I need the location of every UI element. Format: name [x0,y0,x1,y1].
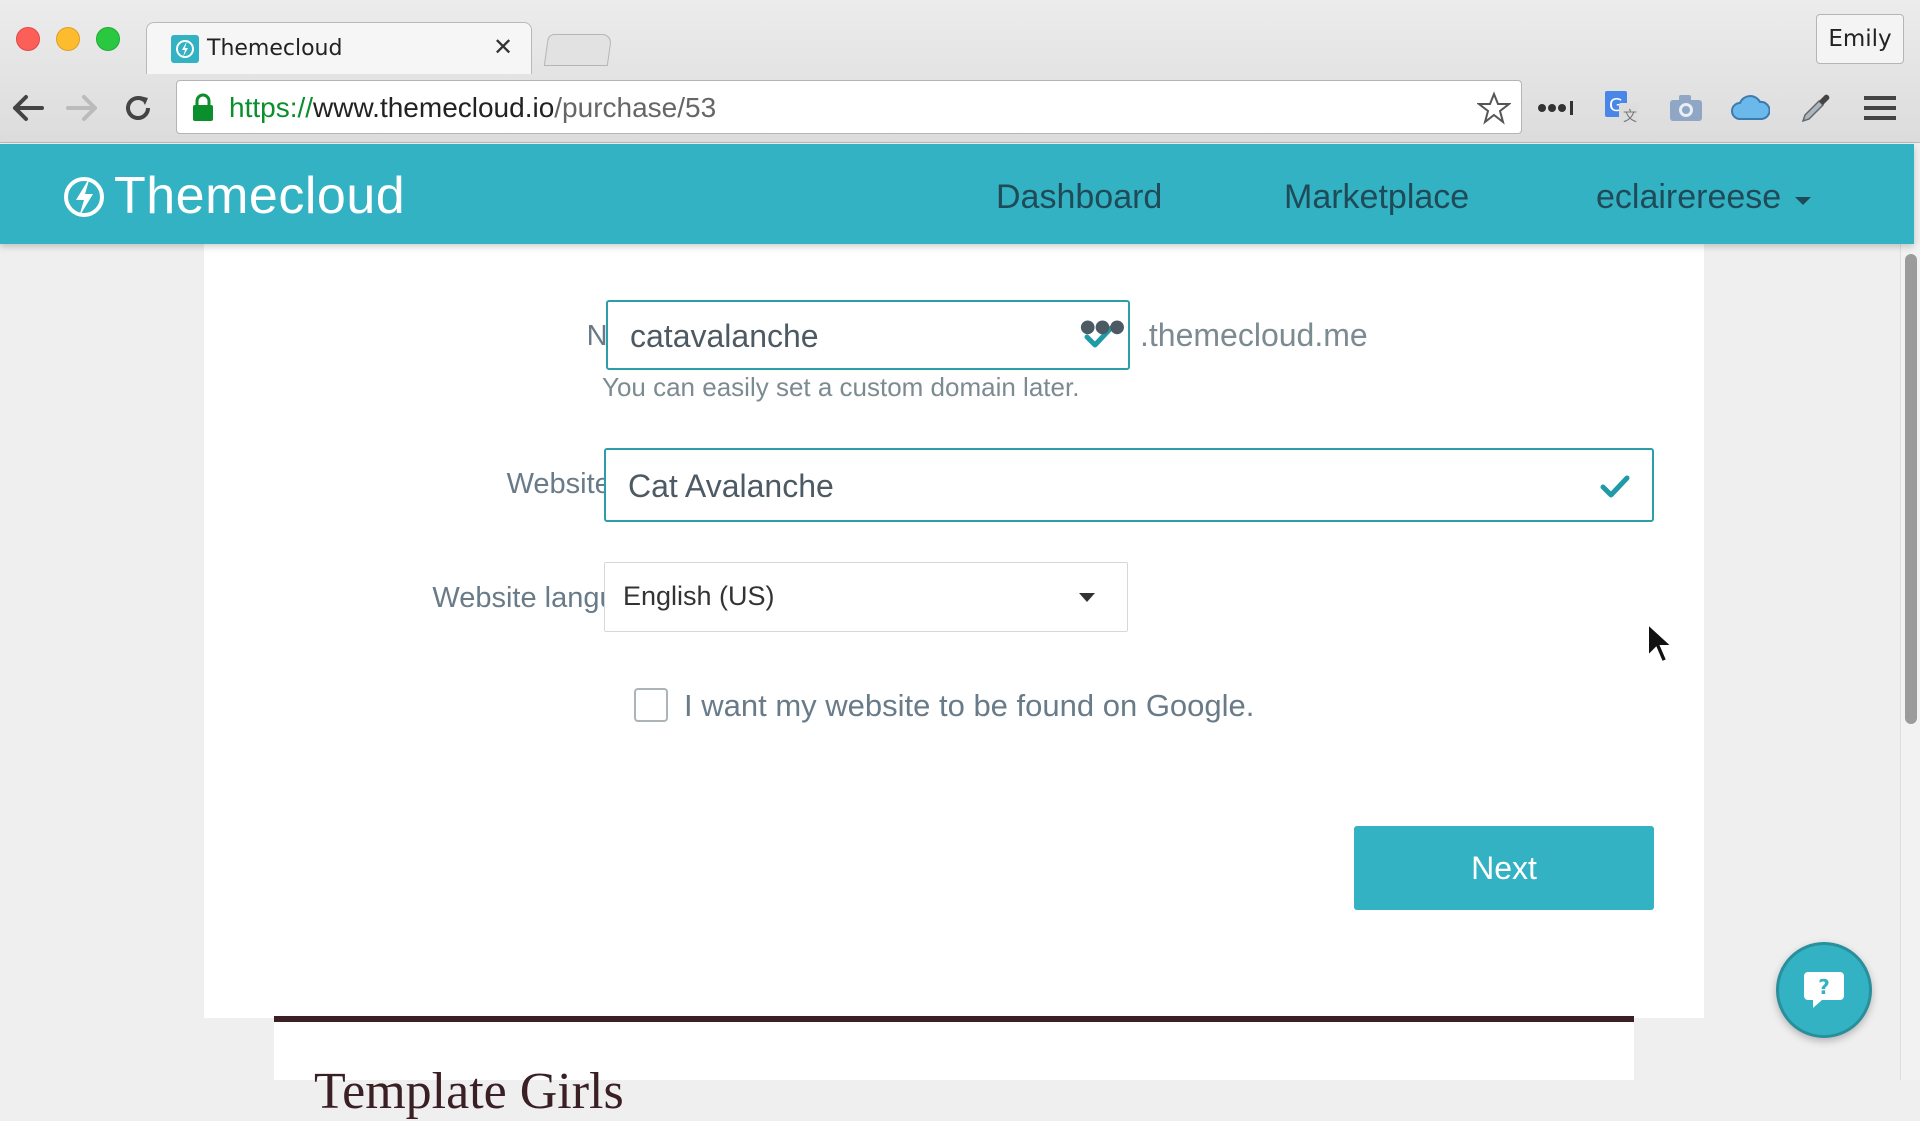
close-window-button[interactable] [16,27,40,51]
browser-tab[interactable]: Themecloud ✕ [146,22,532,74]
lastpass-extension-icon[interactable] [1534,88,1578,128]
google-indexing-checkbox[interactable] [634,688,668,722]
tab-close-icon[interactable]: ✕ [489,33,517,61]
cloud-icon[interactable] [1728,88,1772,128]
site-name-value: catavalanche [630,318,819,354]
google-translate-icon[interactable]: G文 [1600,88,1644,128]
back-arrow-icon[interactable] [8,88,48,128]
section-title: Template Girls [314,1063,624,1120]
scrollbar-thumb[interactable] [1905,254,1917,724]
valid-check-icon [1600,475,1630,498]
caret-down-icon [1795,196,1812,205]
themecloud-favicon-icon [171,35,199,63]
brand-name: Themecloud [114,167,406,225]
user-menu[interactable]: eclairereese [1596,178,1812,217]
website-language-value: English (US) [623,581,775,611]
help-chat-button[interactable]: ? [1776,942,1872,1038]
site-name-input[interactable]: catavalanche ●●● [606,300,1130,370]
camera-icon[interactable] [1664,88,1708,128]
nav-dashboard[interactable]: Dashboard [996,178,1162,217]
next-button[interactable]: Next [1354,826,1654,910]
lock-icon [191,93,215,127]
eyedropper-icon[interactable] [1794,88,1838,128]
url-text: https://www.themecloud.io/purchase/53 [229,92,717,123]
maximize-window-button[interactable] [96,27,120,51]
nav-marketplace[interactable]: Marketplace [1284,178,1469,217]
svg-text:?: ? [1818,975,1830,999]
app-header: Themecloud Dashboard Marketplace eclaire… [0,144,1914,244]
page-body: Name catavalanche ●●● .themecloud.me You… [0,244,1914,1120]
template-preview-section: Template Girls [274,1016,1634,1120]
new-tab-button[interactable] [543,34,613,66]
forward-arrow-icon[interactable] [62,88,102,128]
mouse-cursor-icon [1647,622,1674,664]
user-name: eclairereese [1596,178,1782,216]
loading-dots-icon: ●●● [1079,316,1125,337]
custom-domain-hint: You can easily set a custom domain later… [602,372,1080,402]
reload-icon[interactable] [118,88,158,128]
website-title-input[interactable]: Cat Avalanche [604,448,1654,522]
minimize-window-button[interactable] [56,27,80,51]
website-language-select[interactable]: English (US) [604,562,1128,632]
bookmark-star-icon[interactable] [1476,91,1512,129]
profile-button[interactable]: Emily [1816,14,1904,64]
address-bar[interactable]: https://www.themecloud.io/purchase/53 [176,80,1522,134]
page-scrollbar[interactable] [1900,244,1920,1080]
tab-title: Themecloud [207,36,343,61]
google-indexing-label[interactable]: I want my website to be found on Google. [684,688,1254,724]
brand-logo[interactable]: Themecloud [62,166,405,226]
question-bubble-icon: ? [1804,972,1844,1008]
chevron-down-icon [1079,593,1095,602]
menu-hamburger-icon[interactable] [1858,88,1902,128]
domain-suffix: .themecloud.me [1140,317,1368,353]
site-setup-form: Name catavalanche ●●● .themecloud.me You… [204,244,1704,1018]
svg-text:文: 文 [1623,109,1637,125]
browser-chrome: Themecloud ✕ Emily https://www.themeclou… [0,0,1920,143]
themecloud-bolt-icon [64,177,104,217]
website-title-value: Cat Avalanche [628,468,834,504]
